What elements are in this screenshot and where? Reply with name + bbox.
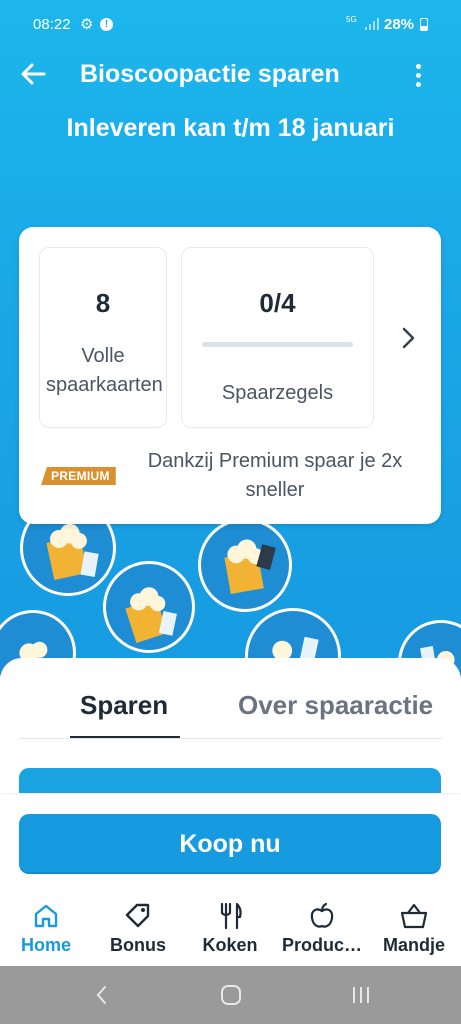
status-time: 08:22: [33, 16, 71, 33]
full-cards-label: Volle spaarkaarten: [46, 345, 163, 396]
nav-label-bonus: Bonus: [110, 935, 166, 955]
popcorn-ticket-illustration: [224, 539, 276, 595]
hero-background: 08:22 ⚙ ! 5G 28% Bioscoopactie sparen In…: [0, 0, 461, 700]
battery-percentage: 28%: [384, 16, 415, 33]
arrow-left-icon: [21, 63, 46, 85]
stamps-count: 0/4: [259, 288, 296, 318]
deadline-subtitle: Inleveren kan t/m 18 januari: [66, 114, 395, 142]
savings-summary-card[interactable]: 8 Volle spaarkaarten 0/4 Spaarzegels PRE…: [19, 227, 441, 524]
status-bar: 08:22 ⚙ ! 5G 28%: [0, 0, 461, 50]
premium-info-text: Dankzij Premium spaar je 2x sneller: [147, 450, 403, 501]
more-options-button[interactable]: [408, 62, 428, 90]
home-icon: [34, 904, 58, 928]
nav-item-koken[interactable]: Koken: [184, 901, 276, 956]
nav-item-home[interactable]: Home: [0, 901, 92, 956]
tabs-divider: [19, 738, 442, 739]
bottom-navigation: Home Bonus Koken Produc… Mandje: [0, 893, 461, 966]
alert-icon: !: [100, 18, 113, 31]
settings-icon: ⚙: [80, 16, 94, 33]
stamps-progress-bar: [202, 342, 353, 347]
nav-label-mandje: Mandje: [382, 935, 445, 955]
dot: [416, 64, 421, 69]
signal-icon: [365, 18, 379, 30]
full-cards-count: 8: [95, 288, 111, 318]
chevron-right-icon[interactable]: [397, 325, 419, 351]
tab-over-spaaractie[interactable]: Over spaaractie: [238, 690, 433, 721]
nav-label-producten: Produc…: [281, 935, 362, 955]
stamps-label: Spaarzegels: [221, 382, 334, 404]
nav-label-home: Home: [20, 935, 71, 955]
stamp-sticker: [103, 561, 195, 653]
tab-sparen[interactable]: Sparen: [80, 690, 168, 721]
system-navigation-bar: [0, 966, 461, 1024]
nav-item-producten[interactable]: Produc…: [276, 901, 368, 956]
apple-icon: [310, 902, 334, 928]
tag-icon: [125, 903, 150, 928]
back-button[interactable]: [18, 58, 50, 90]
app-bar: Bioscoopactie sparen: [0, 52, 461, 100]
nav-label-koken: Koken: [202, 935, 258, 955]
page-title: Bioscoopactie sparen: [80, 60, 340, 88]
system-home-icon[interactable]: [220, 984, 242, 1006]
basket-icon: [400, 903, 428, 929]
nav-item-mandje[interactable]: Mandje: [368, 901, 460, 956]
stamp-sticker: [198, 518, 292, 612]
battery-icon: [420, 18, 428, 31]
dot: [416, 73, 421, 78]
popcorn-ticket-illustration: [125, 587, 177, 643]
system-recents-icon[interactable]: [350, 984, 372, 1006]
nav-item-bonus[interactable]: Bonus: [92, 901, 184, 956]
network-type: 5G: [346, 15, 357, 24]
cta-area: Koop nu: [0, 793, 461, 893]
full-cards-tile: 8 Volle spaarkaarten: [39, 247, 167, 428]
buy-now-button[interactable]: Koop nu: [19, 814, 441, 874]
stamps-tile: 0/4 Spaarzegels: [181, 247, 374, 428]
premium-badge: PREMIUM: [41, 467, 116, 485]
dot: [416, 82, 421, 87]
system-back-icon[interactable]: [94, 984, 110, 1006]
cutlery-icon: [220, 902, 242, 930]
